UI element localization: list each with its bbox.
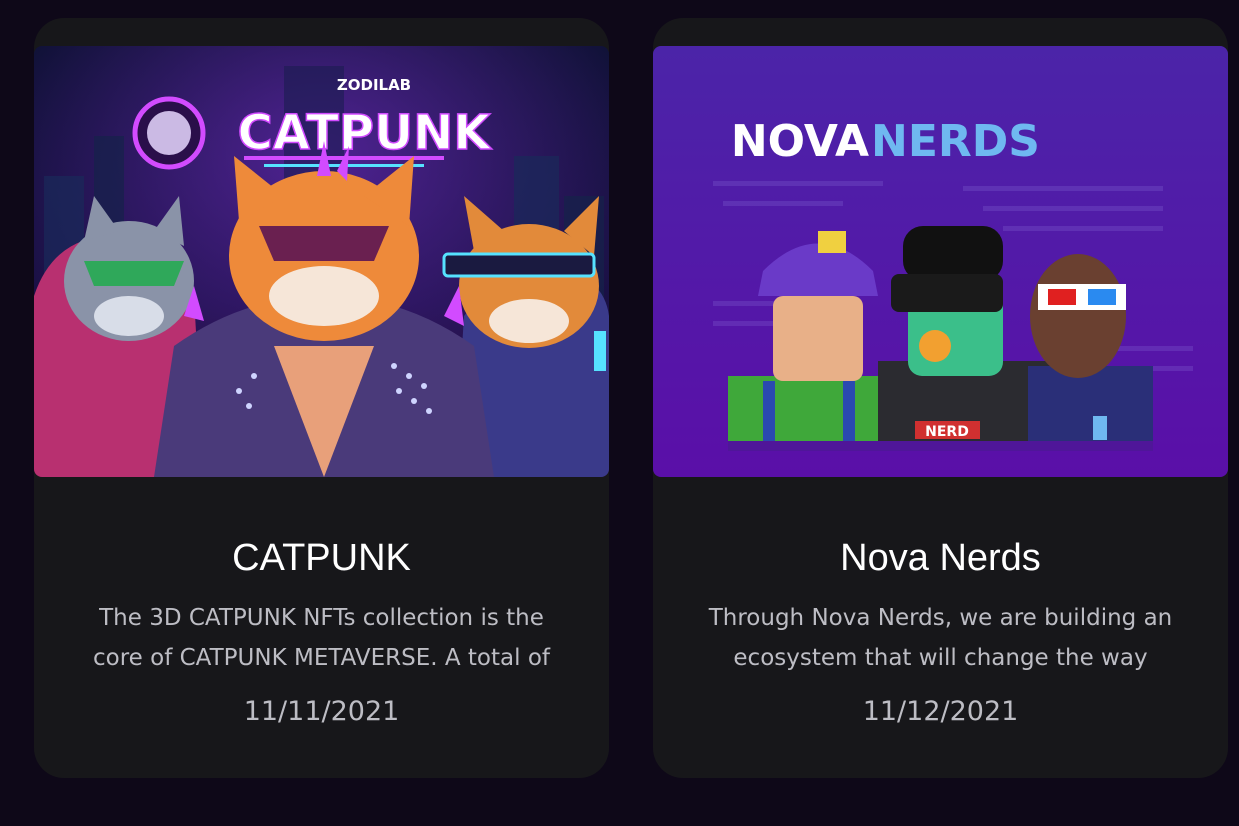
card-description: The 3D CATPUNK NFTs collection is the co… [93,605,550,671]
nerd-badge: NERD [925,424,969,440]
zodilab-brand: ZODILAB [337,76,411,94]
nova-nerds-cover-image[interactable]: NOVA NERDS NERD [653,46,1228,477]
nft-card-nova-nerds[interactable]: NOVA NERDS NERD Nova Nerds Through Nova … [653,18,1228,778]
card-title[interactable]: Nova Nerds [653,536,1228,580]
card-date: 11/12/2021 [862,696,1019,727]
card-title[interactable]: CATPUNK [34,536,609,580]
nft-card-catpunk[interactable]: ZODILAB CATPUNK CATPUNK The 3D CATPUNK N… [34,18,609,778]
nerds-logo-text: NERDS [871,116,1040,167]
card-date: 11/11/2021 [243,696,400,727]
catpunk-logo-text: CATPUNK [238,105,493,161]
card-description: Through Nova Nerds, we are building an e… [708,605,1173,671]
nova-logo-text: NOVA [731,116,869,167]
catpunk-cover-image[interactable]: ZODILAB CATPUNK [34,46,609,477]
